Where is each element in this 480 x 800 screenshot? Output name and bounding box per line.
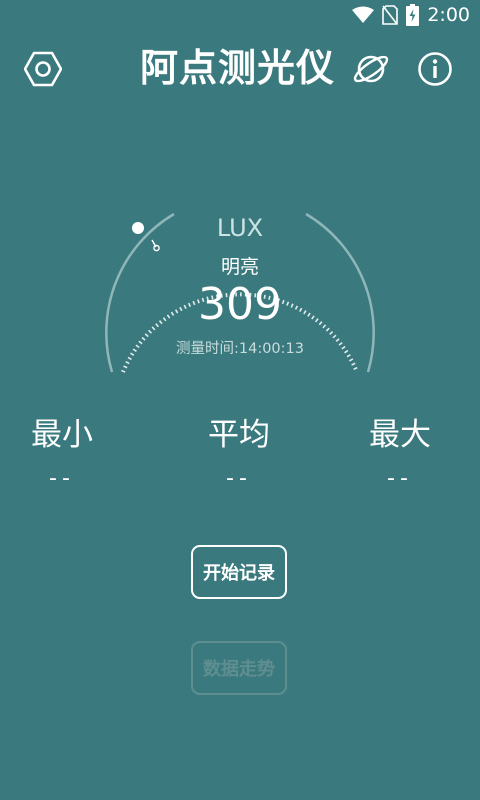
status-icons: 2:00 [352,3,470,27]
settings-button[interactable] [23,49,63,89]
settings-icon [24,51,62,87]
stat-min-label: 最小 [31,417,93,453]
stat-avg-label: 平均 [208,417,270,453]
planet-button[interactable] [351,49,391,89]
stat-min: 最小 -- [0,414,132,491]
planet-icon [353,55,389,83]
stat-max-label: 最大 [369,417,431,453]
status-time: 2:00 [427,4,470,26]
start-record-button[interactable]: 开始记录 [191,545,287,599]
app-header: 阿点测光仪 [0,30,480,106]
stat-min-value: -- [49,466,75,491]
stat-avg-value: -- [226,466,252,491]
status-bar: 2:00 [0,0,480,30]
gauge-level: 明亮 [220,256,259,278]
gauge-measure-time: 测量时间:14:00:13 [175,341,304,357]
gauge-value: 309 [198,279,282,330]
info-icon [418,52,452,86]
data-trend-button[interactable]: 数据走势 [191,641,287,695]
no-sim-icon [382,5,399,25]
wifi-icon [352,6,375,23]
info-button[interactable] [415,49,455,89]
stat-avg: 平均 -- [169,414,309,491]
page-title: 阿点测光仪 [140,46,336,90]
gauge-unit: LUX [216,214,264,242]
stat-max: 最大 -- [330,414,470,491]
battery-charging-icon [406,4,420,26]
stat-max-value: -- [387,466,413,491]
